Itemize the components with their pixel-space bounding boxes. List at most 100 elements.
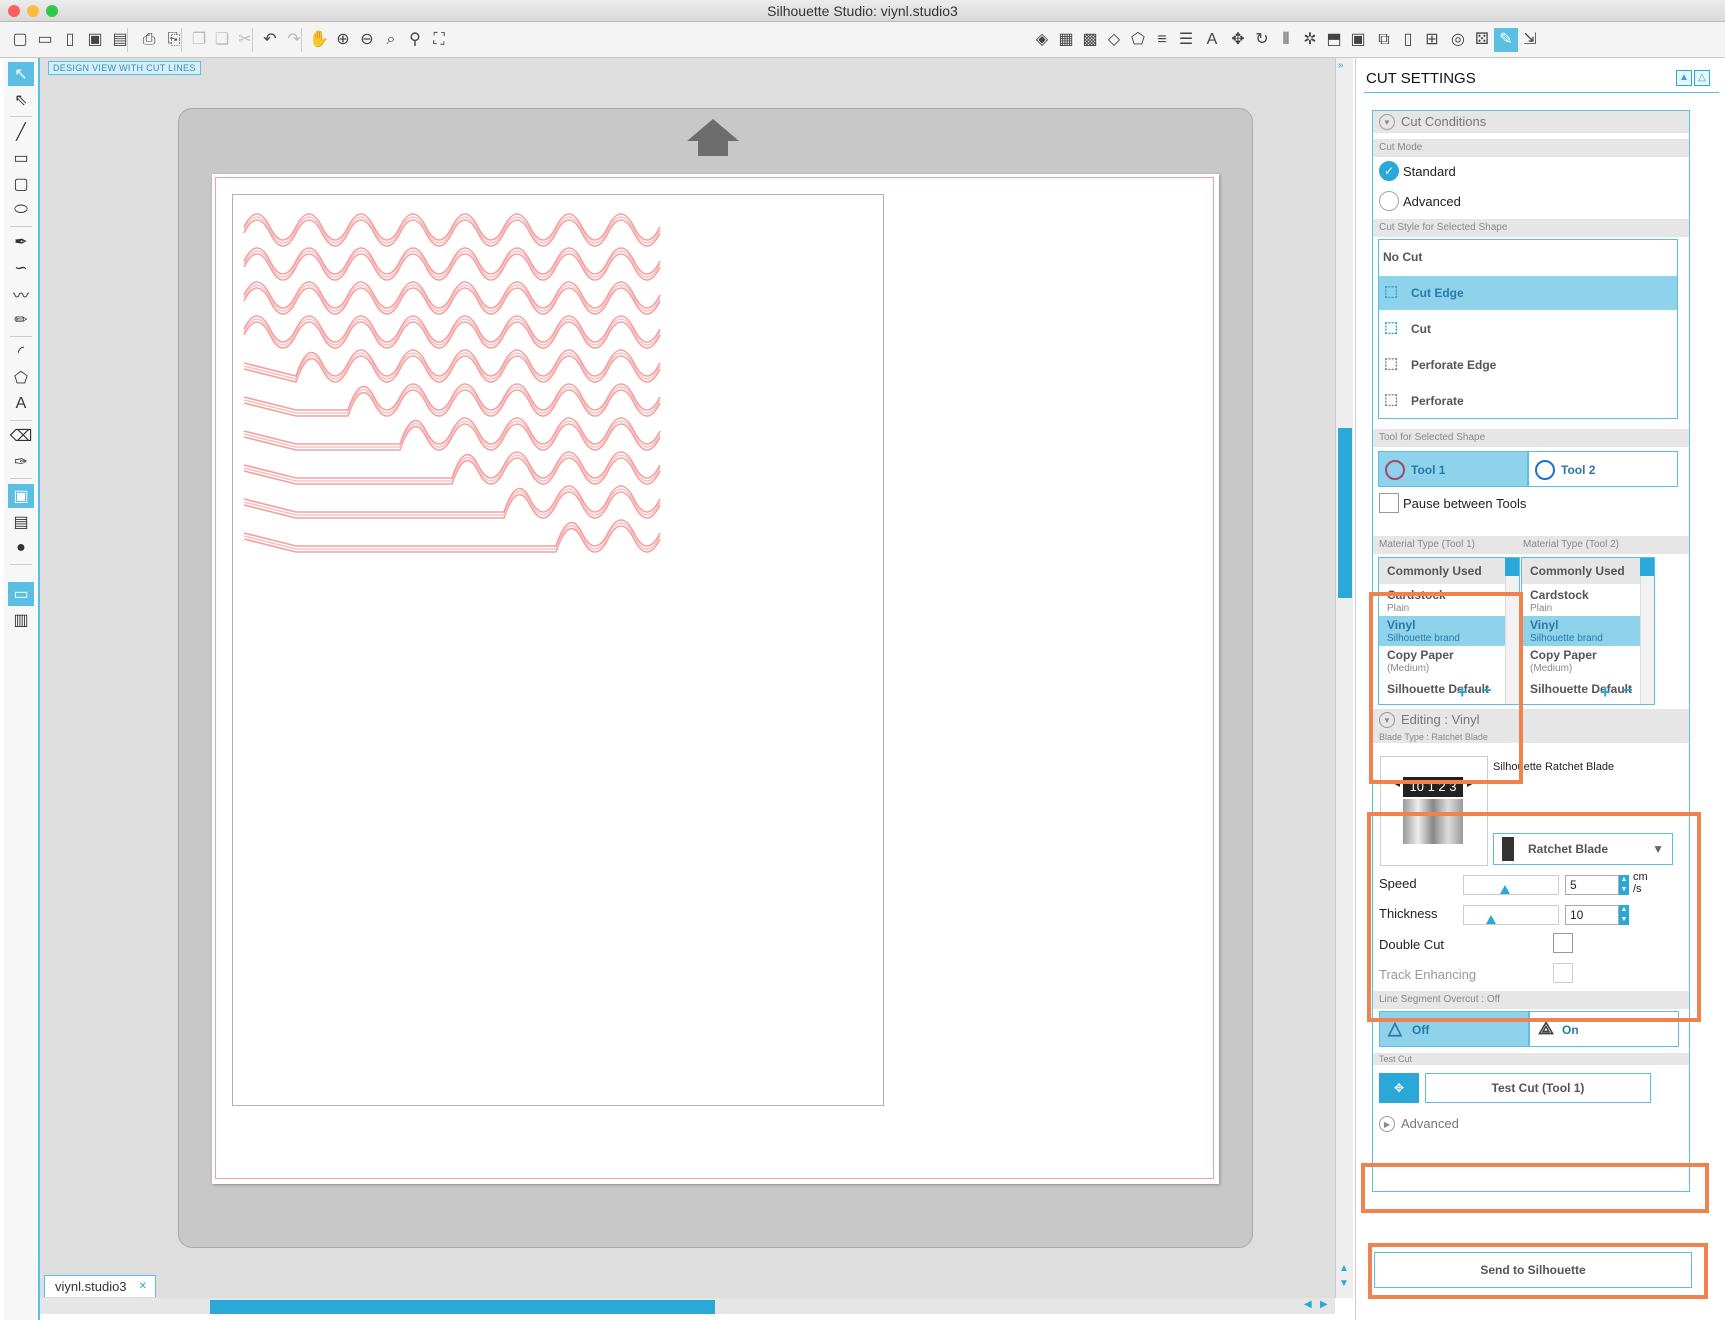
- text-icon[interactable]: A: [8, 392, 34, 416]
- split-view-icon[interactable]: ▥: [8, 608, 34, 632]
- paste-icon[interactable]: ❏: [210, 28, 234, 52]
- save-icon[interactable]: ▣: [83, 28, 107, 52]
- offset-icon[interactable]: ▣: [1346, 28, 1370, 52]
- page-setup-icon[interactable]: ▯: [1396, 28, 1420, 52]
- media-page[interactable]: [212, 174, 1219, 1184]
- material-vinyl-2[interactable]: Vinyl Silhouette brand: [1522, 616, 1640, 646]
- arc-icon[interactable]: ◜: [8, 340, 34, 364]
- effects-icon[interactable]: ⬠: [1126, 28, 1150, 52]
- scroll-left-icon[interactable]: ◀: [1304, 1299, 1312, 1310]
- blade-select-dropdown[interactable]: Ratchet Blade ▼: [1493, 833, 1673, 865]
- pan-icon[interactable]: ✋: [307, 28, 331, 52]
- cut-style-perforate-edge[interactable]: ⬚ Perforate Edge: [1379, 348, 1677, 382]
- material-cardstock-2[interactable]: Cardstock Plain: [1522, 586, 1640, 616]
- design-canvas[interactable]: DESIGN VIEW WITH CUT LINES: [40, 58, 1335, 1298]
- registration-icon[interactable]: ⊞: [1420, 28, 1444, 52]
- rectangle-icon[interactable]: ▭: [8, 146, 34, 170]
- modify-icon[interactable]: ⬒: [1322, 28, 1346, 52]
- cut-style-cut[interactable]: ⬚ Cut: [1379, 312, 1677, 346]
- line-style-icon[interactable]: ☰: [1174, 28, 1198, 52]
- cut-style-no-cut[interactable]: No Cut: [1379, 240, 1677, 274]
- thickness-input[interactable]: 10: [1565, 905, 1619, 925]
- drag-zoom-icon[interactable]: ⚲: [403, 28, 427, 52]
- wave-shapes[interactable]: [232, 194, 692, 594]
- pattern-icon[interactable]: ▩: [1078, 28, 1102, 52]
- close-window-button[interactable]: [8, 5, 20, 17]
- add-material-icon-2[interactable]: +: [1600, 682, 1611, 703]
- cut-settings-icon[interactable]: ✎: [1494, 28, 1518, 52]
- scroll-down-icon[interactable]: ▼: [1339, 1278, 1349, 1289]
- zoom-select-icon[interactable]: ⌕: [379, 28, 403, 52]
- overcut-on-button[interactable]: ⟁ On: [1529, 1011, 1679, 1047]
- wave-path[interactable]: [243, 417, 661, 445]
- remove-material-icon-2[interactable]: −: [1622, 680, 1633, 701]
- close-tab-icon[interactable]: ✕: [139, 1276, 147, 1298]
- trace-icon[interactable]: ⧉: [1372, 28, 1396, 52]
- copy-icon[interactable]: ❐: [187, 28, 211, 52]
- thickness-slider[interactable]: [1463, 905, 1559, 925]
- single-view-icon[interactable]: ▭: [8, 582, 34, 606]
- minimize-window-button[interactable]: [27, 5, 39, 17]
- print-cut-icon[interactable]: ⎘: [162, 28, 186, 52]
- wave-path[interactable]: [243, 383, 661, 411]
- cut-style-cut-edge[interactable]: ⬚ Cut Edge: [1379, 276, 1677, 310]
- select-icon[interactable]: ↖: [8, 62, 34, 86]
- scroll-up-icon[interactable]: ▲: [1339, 1263, 1349, 1274]
- bezier-icon[interactable]: ∽: [8, 256, 34, 280]
- wave-path[interactable]: [243, 349, 661, 377]
- save-as-icon[interactable]: ▤: [108, 28, 132, 52]
- replicate-icon[interactable]: ✲: [1298, 28, 1322, 52]
- standard-radio[interactable]: ✓: [1379, 161, 1399, 181]
- tool2-button[interactable]: Tool 2: [1528, 451, 1678, 487]
- document-tab[interactable]: viynl.studio3 ✕: [44, 1275, 156, 1297]
- scroll-thumb[interactable]: [1338, 428, 1352, 598]
- horizontal-scrollbar[interactable]: ◀ ▶: [40, 1298, 1335, 1314]
- overcut-off-button[interactable]: △ Off: [1379, 1011, 1529, 1047]
- cut-style-perforate[interactable]: ⬚ Perforate: [1379, 384, 1677, 418]
- cut-conditions-header[interactable]: ▼ Cut Conditions: [1373, 111, 1689, 133]
- thickness-slider-handle[interactable]: [1486, 915, 1496, 924]
- knife-icon[interactable]: ✑: [8, 450, 34, 474]
- pencil-icon[interactable]: ✏: [8, 308, 34, 332]
- grid-icon[interactable]: ▦: [1054, 28, 1078, 52]
- open-icon[interactable]: ▭: [33, 28, 57, 52]
- dial-left-icon[interactable]: ◂: [1395, 779, 1400, 790]
- tool1-button[interactable]: Tool 1: [1378, 451, 1528, 487]
- fill-icon[interactable]: ◈: [1030, 28, 1054, 52]
- ellipse-icon[interactable]: ⬭: [8, 198, 34, 222]
- remove-material-icon[interactable]: −: [1481, 680, 1492, 701]
- zoom-window-button[interactable]: [46, 5, 58, 17]
- freehand-icon[interactable]: 〰: [8, 282, 34, 306]
- material-cardstock[interactable]: Cardstock Plain: [1379, 586, 1505, 616]
- material-scrollbar[interactable]: [1505, 558, 1519, 704]
- design-view-icon[interactable]: ▣: [8, 484, 34, 508]
- transform-icon[interactable]: ✥: [1226, 28, 1250, 52]
- thickness-stepper[interactable]: ▲ ▼: [1619, 905, 1629, 925]
- library-panel-icon[interactable]: ▤: [8, 510, 34, 534]
- zoom-out-icon[interactable]: ⊖: [355, 28, 379, 52]
- test-cut-button[interactable]: Test Cut (Tool 1): [1425, 1073, 1651, 1103]
- text-style-icon[interactable]: A: [1200, 28, 1224, 52]
- wave-path[interactable]: [243, 519, 661, 547]
- scroll-right-icon[interactable]: ▶: [1320, 1299, 1328, 1310]
- send-icon[interactable]: ⇲: [1518, 28, 1542, 52]
- line-icon[interactable]: ╱: [8, 120, 34, 144]
- point-edit-icon[interactable]: ⇖: [8, 88, 34, 112]
- speed-stepper[interactable]: ▲ ▼: [1619, 875, 1629, 895]
- rotate-icon[interactable]: ↻: [1250, 28, 1274, 52]
- dial-right-icon[interactable]: ▸: [1467, 779, 1472, 790]
- material-copy-paper-2[interactable]: Copy Paper (Medium): [1522, 646, 1640, 676]
- vertical-scrollbar[interactable]: » ▲ ▼: [1335, 58, 1353, 1298]
- store-panel-icon[interactable]: ●: [8, 536, 34, 560]
- wave-path[interactable]: [243, 485, 661, 513]
- send-to-silhouette-button[interactable]: Send to Silhouette: [1374, 1252, 1692, 1288]
- undo-icon[interactable]: ↶: [258, 28, 282, 52]
- collapse-panel-icon[interactable]: »: [1338, 60, 1344, 71]
- cut-icon[interactable]: ✂: [233, 28, 257, 52]
- panel-up-icon[interactable]: ▲: [1676, 70, 1692, 86]
- material-scrollbar-2[interactable]: [1640, 558, 1654, 704]
- scroll-thumb-horizontal[interactable]: [210, 1300, 715, 1314]
- material-list-tool1[interactable]: Commonly Used Cardstock Plain Vinyl Silhou…: [1378, 557, 1520, 705]
- pause-between-tools-checkbox[interactable]: [1379, 493, 1399, 513]
- test-cut-move-icon[interactable]: ✥: [1379, 1073, 1419, 1103]
